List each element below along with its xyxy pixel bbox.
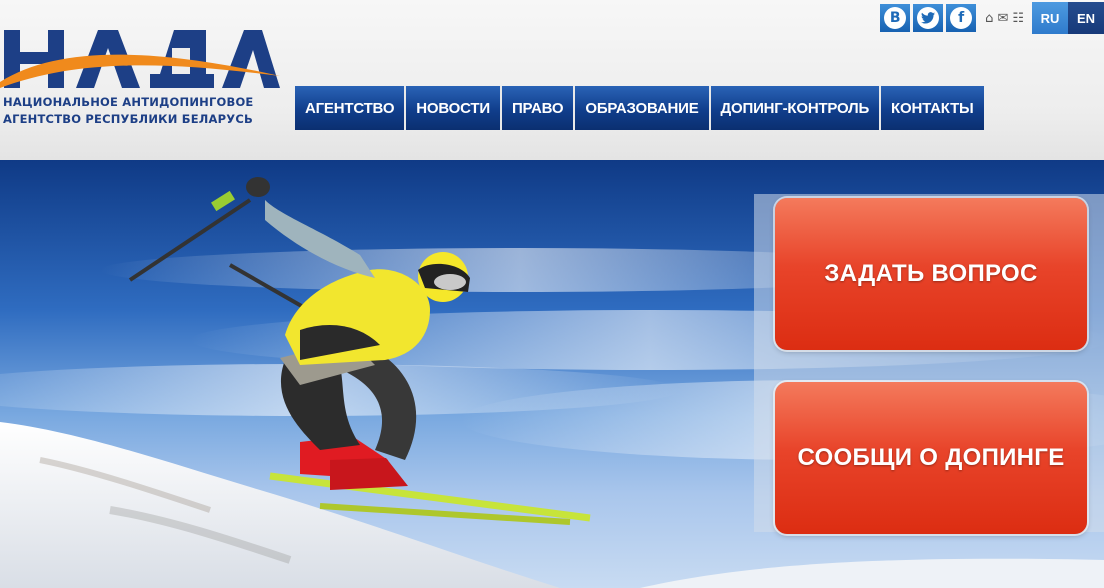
nav-item-news[interactable]: НОВОСТИ [406, 86, 502, 130]
ask-question-button[interactable]: ЗАДАТЬ ВОПРОС [775, 198, 1087, 350]
utility-icons: ⌂ ✉ ☷ [983, 11, 1026, 26]
home-icon[interactable]: ⌂ [985, 11, 993, 26]
vk-icon: B [884, 7, 907, 29]
logo-caption-line-2: агентство Республики Беларусь [3, 112, 253, 126]
language-en-button[interactable]: EN [1068, 2, 1104, 34]
nav-item-doping-control[interactable]: ДОПИНГ-КОНТРОЛЬ [710, 86, 882, 130]
facebook-icon: f [950, 7, 973, 29]
main-navigation: АГЕНТСТВО НОВОСТИ ПРАВО ОБРАЗОВАНИЕ ДОПИ… [295, 86, 984, 130]
report-doping-button[interactable]: СООБЩИ О ДОПИНГЕ [775, 382, 1087, 534]
language-ru-button[interactable]: RU [1032, 2, 1068, 34]
hero-banner: ЗАДАТЬ ВОПРОС СООБЩИ О ДОПИНГЕ [0, 160, 1104, 588]
top-utility-bar: B f ⌂ ✉ ☷ RU EN [880, 2, 1104, 34]
logo-caption-line-1: Национальное антидопинговое [3, 95, 254, 109]
mail-icon[interactable]: ✉ [997, 11, 1008, 26]
twitter-icon [917, 7, 940, 29]
nada-logo-mark [0, 30, 280, 88]
logo-caption: Национальное антидопинговое агентство Ре… [3, 94, 288, 128]
vk-link[interactable]: B [880, 4, 911, 32]
twitter-link[interactable] [913, 4, 944, 32]
nav-item-education[interactable]: ОБРАЗОВАНИЕ [575, 86, 711, 130]
nav-item-contacts[interactable]: КОНТАКТЫ [881, 86, 984, 130]
cta-panel: ЗАДАТЬ ВОПРОС СООБЩИ О ДОПИНГЕ [754, 194, 1104, 534]
nada-logo[interactable]: Национальное антидопинговое агентство Ре… [0, 14, 285, 144]
sitemap-icon[interactable]: ☷ [1012, 11, 1024, 26]
nav-item-law[interactable]: ПРАВО [501, 86, 576, 130]
facebook-link[interactable]: f [946, 4, 977, 32]
nav-item-agency[interactable]: АГЕНТСТВО [295, 86, 407, 130]
site-header: Национальное антидопинговое агентство Ре… [0, 0, 1104, 160]
